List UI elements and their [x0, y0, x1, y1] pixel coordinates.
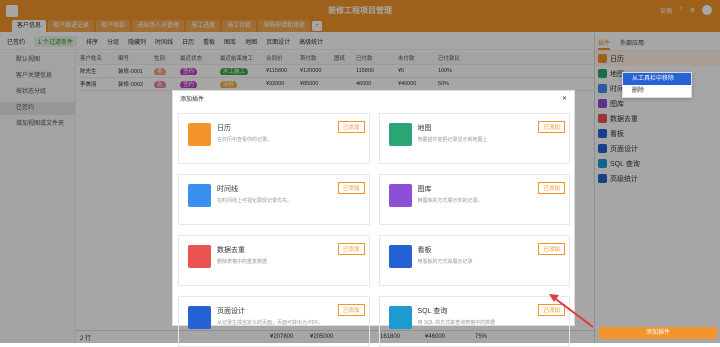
plugin-card-title: 数据去重	[217, 247, 245, 254]
plugin-card[interactable]: 图库用图库的方式展示你的记录。 已添加	[378, 174, 570, 225]
plugin-card-title: 图库	[417, 186, 432, 193]
plugin-card-desc: 用看板的方式来展示记录	[417, 259, 473, 265]
plugin-cards: 日历 在日历中查看你的记录。 已添加 地图 地图插件能把记录显示到地图上 已添加 时间线 在时…	[178, 113, 570, 347]
added-button[interactable]: 已添加	[538, 182, 565, 194]
arrow-annotation	[549, 294, 594, 328]
plugin-card-icon	[188, 306, 211, 329]
plugin-card-title: 日历	[217, 125, 231, 132]
plugin-card-desc: 从记录生成自定义的页面，页面可转出为 PDF。	[217, 320, 324, 326]
plugin-card[interactable]: SQL 查询用 SQL 的方式来查询表格中的数据 已添加	[378, 296, 570, 347]
plugin-card-icon	[388, 184, 412, 207]
plugin-card-icon	[388, 245, 412, 268]
delete-item[interactable]: 删除	[623, 85, 691, 97]
plugin-card-icon	[188, 123, 211, 146]
plugin-card-desc: 地图插件能把记录显示到地图上	[417, 137, 488, 143]
add-plugin-dialog: 添加插件 ✕ 日历 在日历中查看你的记录。 已添加 地图 地图插件能把记录显示到地图上已…	[172, 90, 575, 347]
added-button[interactable]: 已添加	[337, 304, 365, 316]
plugin-card-desc: 在时间线上可视化展现记录优先。	[217, 198, 293, 204]
plugin-card-icon	[188, 245, 211, 268]
plugin-card-desc: 删除表格中的重复数据	[217, 259, 268, 265]
close-icon[interactable]: ✕	[562, 95, 567, 102]
plugin-card-icon	[388, 123, 412, 146]
add-plugin-button[interactable]: 添加插件	[599, 327, 717, 339]
remove-from-toolbar-item[interactable]: 从工具栏中移除	[623, 73, 691, 85]
plugin-card-desc: 用 SQL 的方式来查询表格中的数据	[417, 320, 496, 326]
plugin-card[interactable]: 时间线在时间线上可视化展现记录优先。 已添加	[178, 174, 370, 225]
plugin-card[interactable]: 日历在日历中查看你的记录。 已添加	[178, 113, 370, 164]
plugin-card-title: 看板	[417, 247, 432, 254]
dialog-title: 添加插件	[180, 96, 205, 103]
plugin-card-title: SQL 查询	[417, 308, 448, 315]
dialog-header: 添加插件 ✕	[173, 91, 574, 105]
added-button[interactable]: 已添加	[337, 182, 365, 194]
plugin-card-title: 页面设计	[217, 308, 245, 315]
plugin-card-title: 地图	[417, 125, 432, 132]
plugin-card[interactable]: 页面设计从记录生成自定义的页面，页面可转出为 PDF。 已添加	[178, 296, 370, 347]
added-button[interactable]: 已添加	[538, 121, 565, 133]
plugin-card[interactable]: 看板用看板的方式来展示记录 已添加	[378, 235, 570, 286]
added-button[interactable]: 已添加	[337, 121, 365, 133]
plugin-card-icon	[188, 184, 211, 207]
plugin-card-desc: 用图库的方式展示你的记录。	[417, 198, 483, 204]
plugin-card-desc: 在日历中查看你的记录。	[217, 137, 273, 143]
added-button[interactable]: 已添加	[337, 243, 365, 255]
plugin-context-menu: 从工具栏中移除 删除	[622, 72, 692, 98]
plugin-card-icon	[388, 306, 412, 329]
plugin-card[interactable]: 地图地图插件能把记录显示到地图上 已添加	[378, 113, 570, 164]
plugin-card-title: 时间线	[217, 186, 238, 193]
plugin-card[interactable]: 数据去重删除表格中的重复数据 已添加	[178, 235, 370, 286]
added-button[interactable]: 已添加	[538, 243, 565, 255]
